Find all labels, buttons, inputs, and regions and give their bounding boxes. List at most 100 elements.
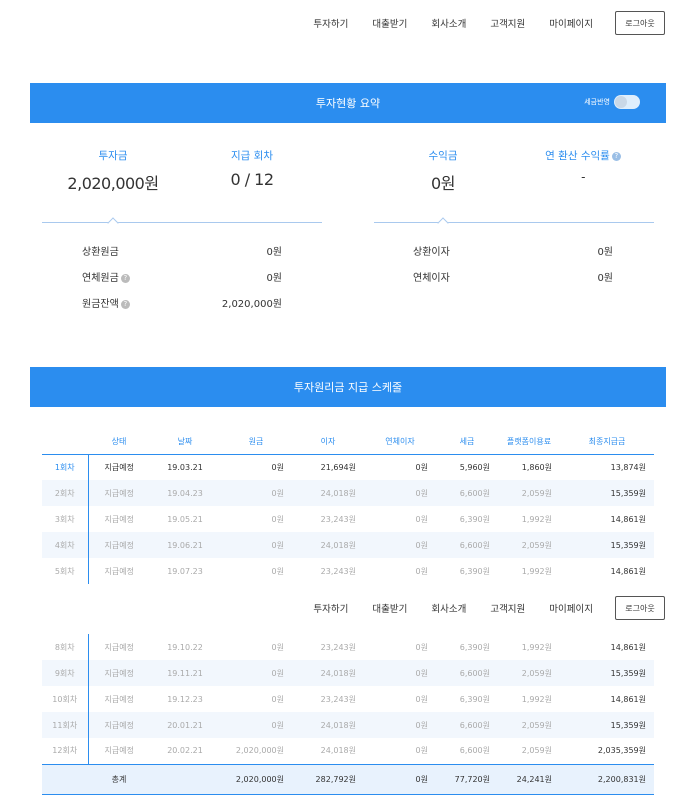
repaid-interest-label: 상환이자 (413, 247, 450, 258)
nav-support-link[interactable]: 고객지원 (490, 601, 525, 615)
schedule-cell: 5회차 (42, 558, 89, 584)
yield-label-wrap: 연 환산 수익률? (523, 148, 643, 163)
schedule-cell: 2,035,359원 (597, 746, 646, 756)
schedule-cell: 0원 (271, 694, 284, 704)
schedule-cell: 2,059원 (521, 746, 552, 756)
schedule-cell: 0원 (364, 532, 436, 558)
balance-help-icon[interactable]: ? (120, 300, 130, 309)
schedule-total-row: 총계 2,020,000원 282,792원 0원 77,720원 24,241… (42, 763, 654, 795)
col-round (42, 430, 88, 455)
repaid-principal-value: 0원 (266, 247, 282, 258)
schedule-cell: 0원 (415, 514, 428, 524)
tax-toggle-wrap: 세금반영 (584, 95, 640, 109)
schedule-row: 8회차 지급예정 19.10.22 0원 23,243원 0원 6,390원 1,992원 14… (42, 634, 654, 660)
schedule-cell: 6,600원 (436, 660, 498, 686)
schedule-cell: 19.06.21 (150, 532, 220, 558)
schedule-row: 4회차 지급예정 19.06.21 0원 24,018원 0원 6,600원 2,059원 15… (42, 532, 654, 558)
col-tax: 세금 (436, 430, 498, 455)
schedule-cell: 0원 (364, 660, 436, 686)
schedule-cell: 6,600원 (436, 480, 498, 506)
schedule-cell: 19.05.21 (167, 514, 203, 524)
schedule-cell: 24,018원 (292, 660, 364, 686)
schedule-cell: 0원 (415, 746, 428, 756)
schedule-cell: 12회차 (42, 738, 89, 764)
right-divider (374, 222, 654, 223)
schedule-table-top: 상태 날짜 원금 이자 연체이자 세금 플랫폼이용료 최종지급금 1회차 지급예정… (42, 430, 654, 584)
schedule-cell: 6,390원 (459, 642, 490, 652)
logout-button[interactable]: 로그아웃 (615, 596, 665, 620)
tax-toggle-label: 세금반영 (584, 98, 610, 106)
nav-mypage-link[interactable]: 마이페이지 (549, 601, 593, 615)
overdue-interest-value: 0원 (597, 273, 613, 284)
nav-invest-link[interactable]: 투자하기 (313, 16, 348, 30)
schedule-row: 2회차 지급예정 19.04.23 0원 24,018원 0원 6,600원 2,059원 15… (42, 480, 654, 506)
schedule-cell: 1,860원 (521, 462, 552, 472)
right-caret (437, 217, 449, 229)
schedule-cell: 8회차 (42, 634, 89, 660)
nav-invest-link[interactable]: 투자하기 (313, 601, 348, 615)
schedule-cell: 1,992원 (521, 642, 552, 652)
nav-company-link[interactable]: 회사소개 (431, 601, 466, 615)
schedule-row: 12회차 지급예정 20.02.21 2,020,000원 24,018원 0원 6,600… (42, 738, 654, 764)
total-platform-fee: 24,241원 (498, 763, 560, 795)
repaid-principal-label: 상환원금 (82, 247, 119, 258)
round-label: 지급 회차 (231, 150, 273, 162)
schedule-cell: 0원 (364, 712, 436, 738)
schedule-cell: 0원 (271, 514, 284, 524)
schedule-cell: 24,018원 (292, 532, 364, 558)
schedule-cell: 6,390원 (459, 514, 490, 524)
yield-value: - (581, 170, 585, 184)
schedule-cell: 14,861원 (610, 694, 646, 704)
schedule-cell: 1회차 (42, 454, 89, 480)
schedule-cell: 1,992원 (521, 514, 552, 524)
schedule-cell: 0원 (415, 462, 428, 472)
schedule-row: 10회차 지급예정 19.12.23 0원 23,243원 0원 6,390원 1,992원 1… (42, 686, 654, 712)
principal-balance-value: 2,020,000원 (221, 299, 282, 310)
total-final-payment: 2,200,831원 (560, 763, 654, 795)
nav-company-link[interactable]: 회사소개 (431, 16, 466, 30)
schedule-cell: 지급예정 (104, 694, 134, 704)
yield-help-icon[interactable]: ? (611, 152, 621, 161)
schedule-cell: 10회차 (42, 686, 89, 712)
schedule-cell: 11회차 (42, 712, 89, 738)
invest-value: 2,020,000원 (67, 174, 159, 193)
schedule-cell: 19.04.23 (150, 480, 220, 506)
schedule-cell: 1,992원 (521, 694, 552, 704)
summary-title: 투자현황 요약 (315, 97, 381, 110)
col-date: 날짜 (150, 430, 220, 455)
schedule-cell: 2,059원 (498, 532, 560, 558)
round-value: 0 / 12 (230, 170, 274, 189)
schedule-cell: 6,600원 (436, 712, 498, 738)
nav-support-link[interactable]: 고객지원 (490, 16, 525, 30)
overdue-principal-label-wrap: 연체원금? (82, 269, 130, 284)
schedule-cell: 24,018원 (292, 712, 364, 738)
total-tax: 77,720원 (436, 763, 498, 795)
logout-button[interactable]: 로그아웃 (615, 11, 665, 35)
schedule-cell: 15,359원 (560, 660, 654, 686)
schedule-cell: 13,874원 (610, 462, 646, 472)
summary-header: 투자현황 요약 세금반영 (30, 83, 666, 123)
invest-label: 투자금 (98, 150, 128, 162)
tax-toggle[interactable] (614, 95, 640, 109)
schedule-cell: 15,359원 (560, 532, 654, 558)
schedule-cell: 지급예정 (104, 514, 134, 524)
schedule-cell: 6,600원 (436, 532, 498, 558)
schedule-cell: 0원 (220, 660, 292, 686)
schedule-cell: 20.01.21 (150, 712, 220, 738)
schedule-cell: 지급예정 (104, 642, 134, 652)
schedule-cell: 5,960원 (459, 462, 490, 472)
overdue-help-icon[interactable]: ? (120, 274, 130, 283)
nav-loan-link[interactable]: 대출받기 (372, 601, 407, 615)
schedule-cell: 2회차 (42, 480, 89, 506)
profit-label: 수익금 (428, 150, 458, 162)
schedule-cell: 23,243원 (320, 642, 356, 652)
nav-loan-link[interactable]: 대출받기 (372, 16, 407, 30)
nav-mypage-link[interactable]: 마이페이지 (549, 16, 593, 30)
schedule-row: 5회차 지급예정 19.07.23 0원 23,243원 0원 6,390원 1,992원 14… (42, 558, 654, 584)
schedule-cell: 0원 (415, 566, 428, 576)
schedule-cell: 3회차 (42, 506, 89, 532)
total-overdue-interest: 0원 (364, 763, 436, 795)
schedule-cell: 0원 (271, 566, 284, 576)
schedule-title: 투자원리금 지급 스케줄 (293, 381, 403, 394)
schedule-table-bottom: 8회차 지급예정 19.10.22 0원 23,243원 0원 6,390원 1,992원 14… (42, 634, 654, 795)
